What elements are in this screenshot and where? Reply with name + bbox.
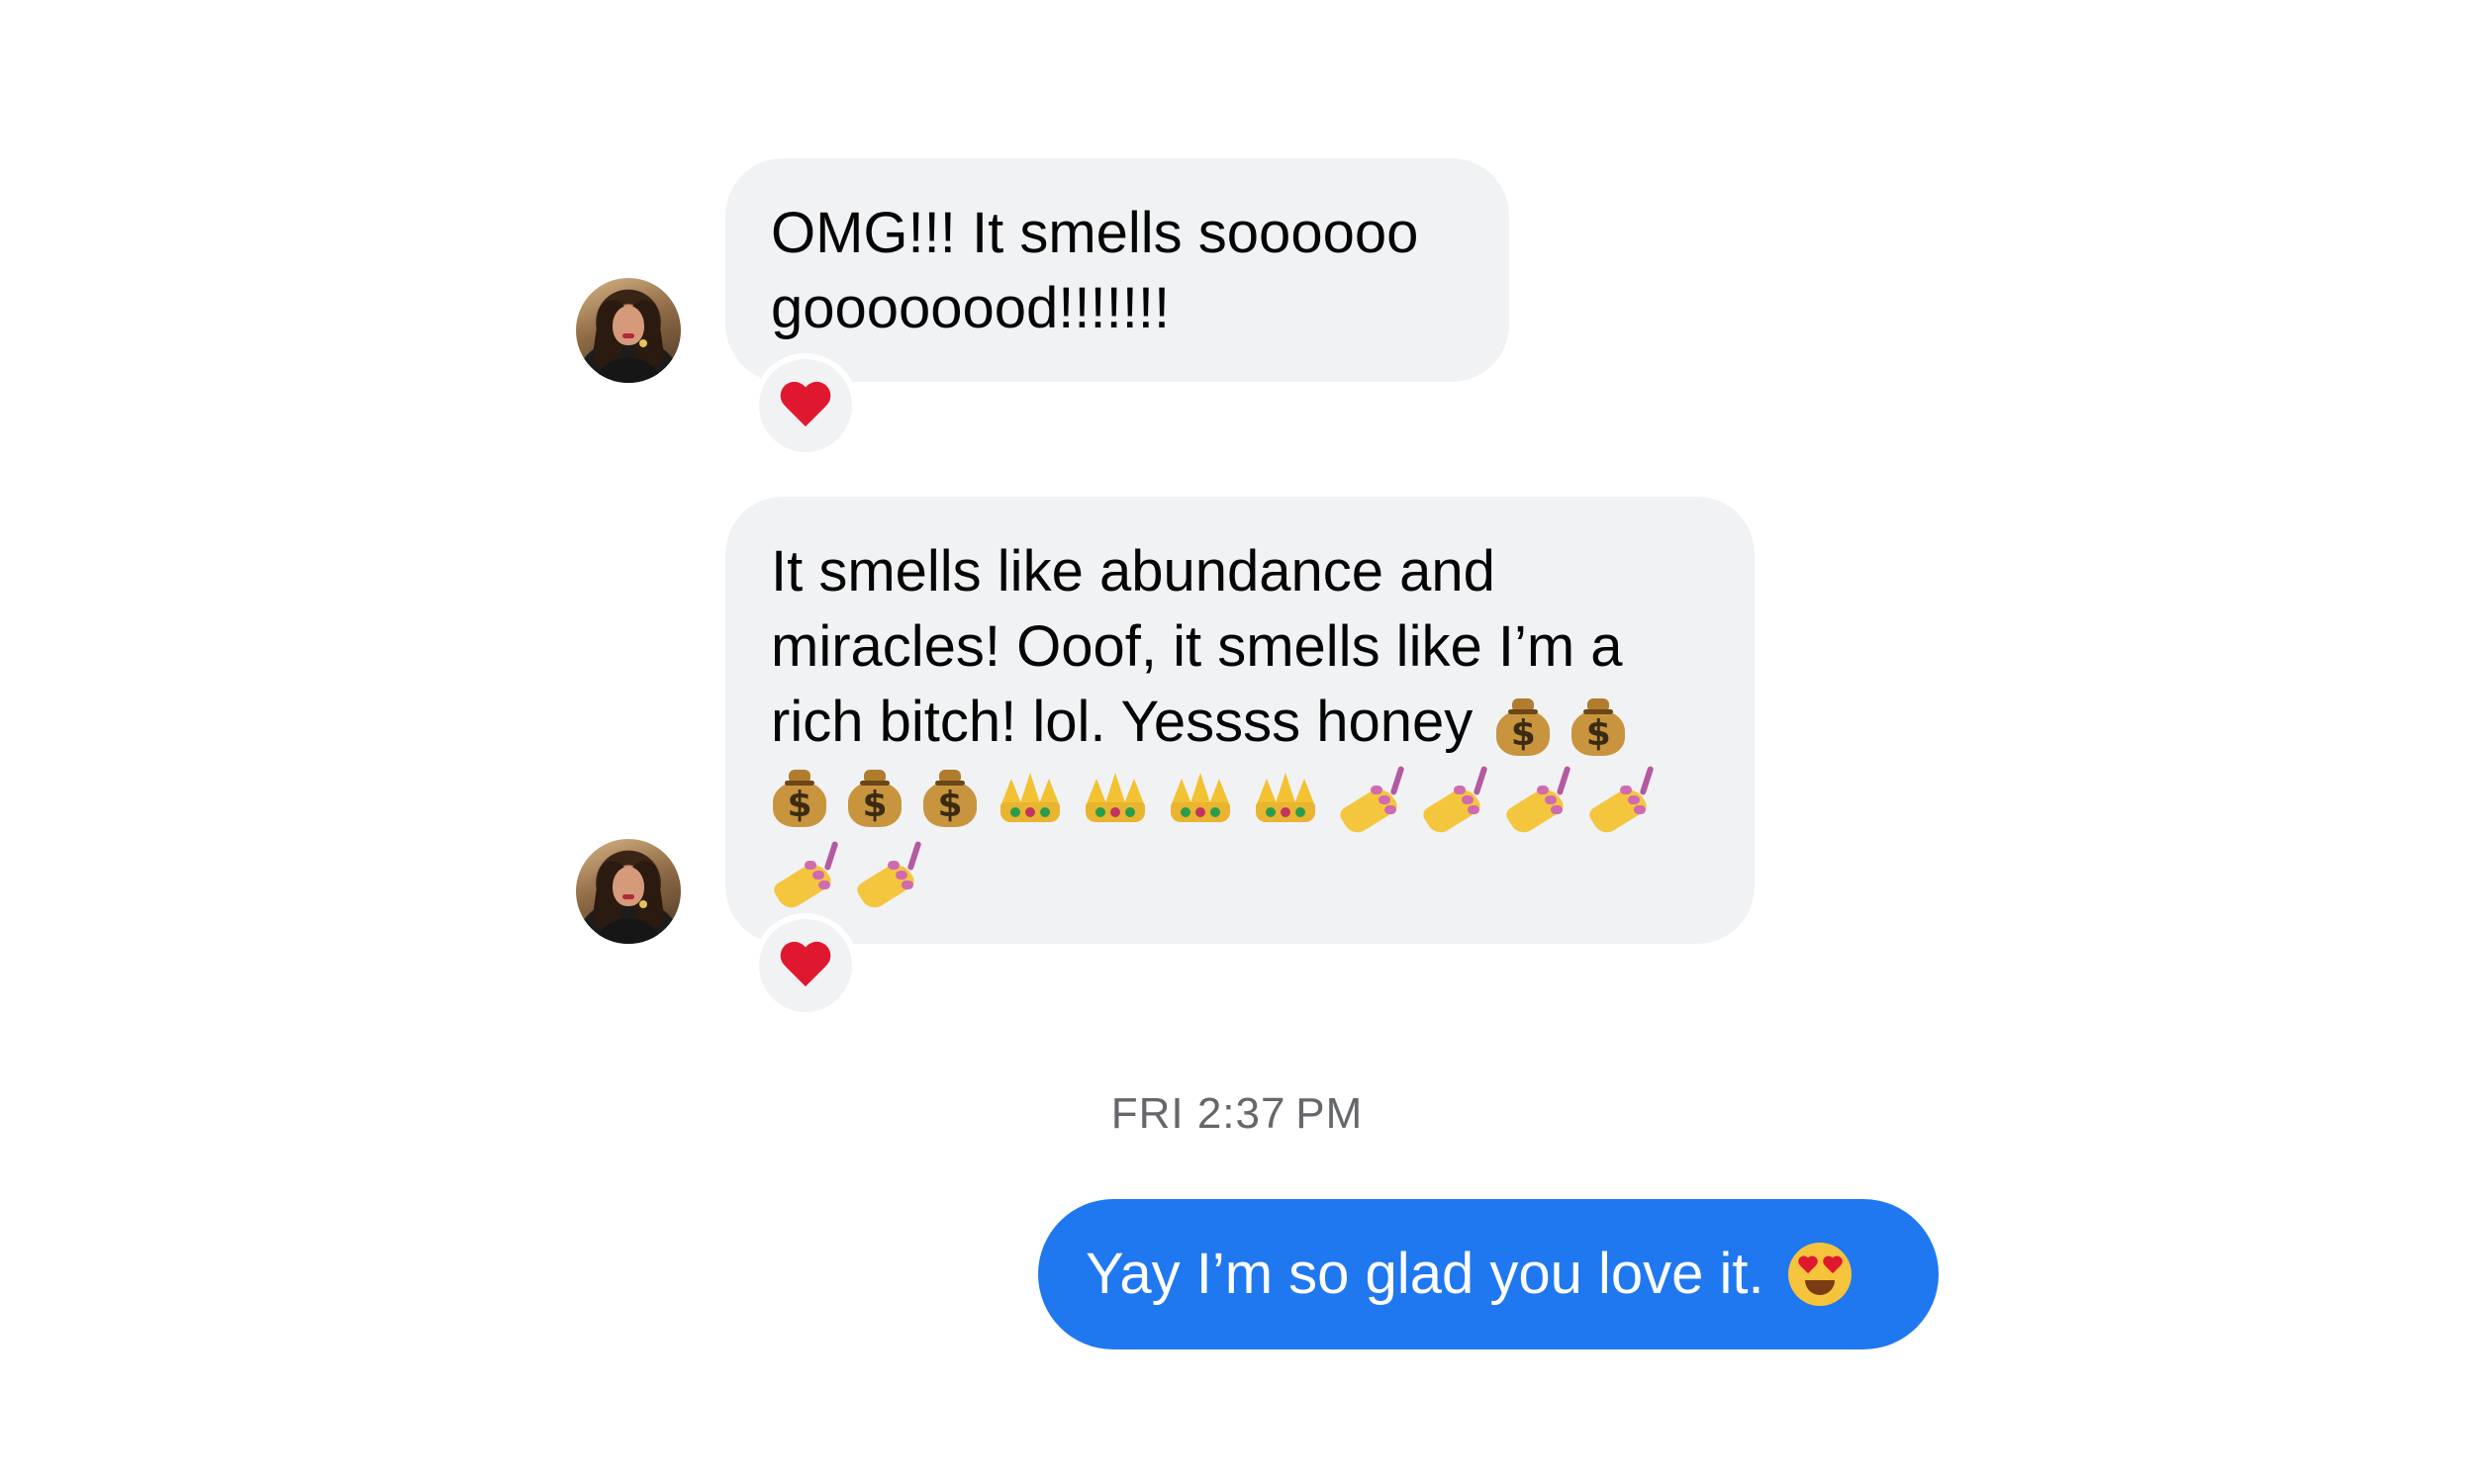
message-text-line: miracles! Ooof, it smells like I’m a (771, 614, 1623, 679)
money-bag-icon: $ (771, 768, 828, 827)
nail-polish-icon (771, 840, 839, 913)
incoming-message-bubble[interactable]: OMG!!! It smells soooooo goooooood!!!!!!… (725, 158, 1509, 382)
crown-icon (1252, 773, 1319, 822)
emoji-row (771, 835, 1715, 913)
nail-polish-icon (1337, 765, 1405, 838)
outgoing-message-bubble[interactable]: Yay I’m so glad you love it. (1038, 1199, 1939, 1349)
heart-eyes-emoji-icon (1787, 1243, 1852, 1306)
nail-polish-icon (1420, 765, 1488, 838)
crown-icon (1167, 773, 1234, 822)
money-bag-symbol: $ (1585, 712, 1611, 754)
money-bag-symbol: $ (937, 785, 963, 825)
money-bag-icon: $ (921, 768, 979, 827)
avatar[interactable] (576, 839, 681, 944)
message-text: Yay I’m so glad you love it. (1086, 1242, 1764, 1306)
avatar[interactable] (576, 278, 681, 383)
message-text-line: goooooood!!!!!!! (771, 276, 1171, 340)
message-text-line: It smells like abundance and (771, 539, 1495, 603)
message-text-line: OMG!!! It smells soooooo (771, 201, 1419, 265)
nail-polish-icon (1586, 765, 1655, 838)
crown-icon (1082, 773, 1149, 822)
message-thread: OMG!!! It smells soooooo goooooood!!!!!!… (0, 0, 2474, 1484)
emoji-row: $ $ $ (771, 760, 1715, 838)
nail-polish-icon (1503, 765, 1571, 838)
money-bag-symbol: $ (862, 785, 888, 825)
money-bag-icon: $ (1494, 696, 1552, 756)
crown-icon (997, 773, 1064, 822)
heart-icon (780, 943, 831, 988)
message-text-segment: rich bitch! lol. Yessss honey (771, 690, 1474, 754)
money-bag-icon: $ (1570, 696, 1627, 756)
money-bag-symbol: $ (787, 785, 812, 825)
heart-reaction[interactable] (753, 913, 858, 1018)
nail-polish-icon (854, 840, 922, 913)
message-text-line: rich bitch! lol. Yessss honey $ $ (771, 685, 1715, 760)
money-bag-icon: $ (846, 768, 904, 827)
money-bag-symbol: $ (1510, 712, 1536, 754)
emoji-group: $ $ (1494, 696, 1627, 756)
heart-reaction[interactable] (753, 353, 858, 458)
heart-icon (780, 383, 831, 428)
incoming-message-bubble[interactable]: It smells like abundance and miracles! O… (725, 497, 1755, 944)
timestamp: FRI 2:37 PM (1110, 1089, 1364, 1138)
